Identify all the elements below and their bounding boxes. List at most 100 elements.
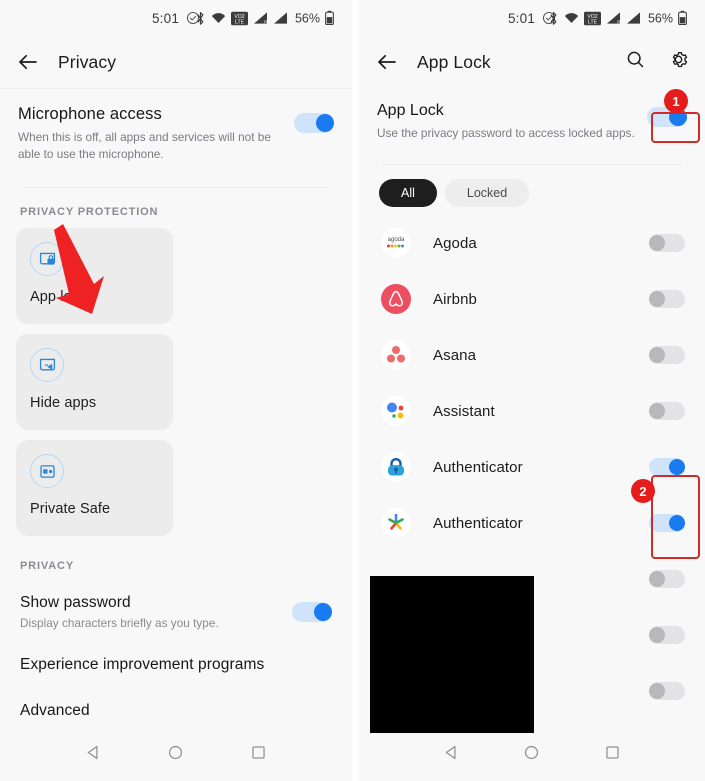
page-title: App Lock [417,51,491,72]
bluetooth-icon [195,11,206,25]
row-show-password-text: Show password Display characters briefly… [20,594,292,630]
row-title: Experience improvement programs [20,656,265,674]
back-triangle-icon[interactable] [443,744,460,766]
status-bar-left: 5:01 VO2 LTE R 56% [0,0,352,36]
microphone-access-toggle[interactable] [294,113,334,133]
signal-bars-icon-1: R [606,12,621,25]
signal-bars-icon-2 [273,12,288,25]
screenshot-root: 5:01 VO2 LTE R 56% Privacy Microphone ac… [0,0,705,781]
gear-icon[interactable] [668,49,689,75]
microphone-access-subtitle: When this is off, all apps and services … [18,130,271,162]
search-icon[interactable] [625,49,646,75]
tile-hide-apps[interactable]: Hide apps [16,334,173,431]
wifi-icon [564,12,579,25]
volte-icon: VO2 LTE [583,11,601,25]
redaction-block [370,576,534,733]
toggle-knob [669,108,687,126]
back-triangle-icon[interactable] [85,744,102,766]
privacy-protection-tiles: App lock Hide apps Private Safe [0,228,352,537]
status-bar-right: VO2 LTE R 56% [548,10,687,26]
page-title: Privacy [58,51,117,72]
toggle-knob [649,683,665,700]
volte-icon: VO2 LTE [230,11,248,25]
app-toggle-authenticator-google[interactable] [649,514,685,533]
row-subtitle: Display characters briefly as you type. [20,616,219,631]
recents-square-icon[interactable] [604,744,621,766]
app-toggle-airbnb[interactable] [649,290,685,309]
app-row-assistant[interactable]: Assistant [359,383,705,439]
app-name: Authenticator [433,514,523,532]
phone-screen-app-lock: 5:01 VO2 LTE R 56% App Lock App Lock Use… [359,0,705,781]
toggle-knob [669,515,685,532]
row-experience-improvement-text: Experience improvement programs [20,656,332,674]
android-navbar-right [359,729,705,781]
battery-percent: 56% [647,11,673,25]
app-toggle-hidden-2[interactable] [649,626,685,645]
app-lock-master-toggle[interactable] [647,107,687,127]
phone-screen-privacy: 5:01 VO2 LTE R 56% Privacy Microphone ac… [0,0,352,781]
svg-text:LTE: LTE [235,19,245,25]
row-advanced[interactable]: Advanced [0,688,352,734]
tile-private-safe[interactable]: Private Safe [16,440,173,537]
svg-text:R: R [264,20,268,25]
toggle-knob [669,459,685,476]
app-row-asana[interactable]: Asana [359,327,705,383]
svg-text:LTE: LTE [588,19,598,25]
row-experience-improvement[interactable]: Experience improvement programs [0,642,352,688]
app-name: Assistant [433,402,495,420]
app-toggle-hidden-3[interactable] [649,682,685,701]
google-assistant-icon [381,396,411,427]
bluetooth-icon [548,11,559,25]
panel-divider [352,0,359,781]
google-authenticator-icon [381,508,411,539]
show-password-toggle[interactable] [292,602,332,623]
battery-icon [325,10,334,26]
agoda-icon: agoda [381,228,411,259]
microphone-access-text: Microphone access When this is off, all … [18,105,294,163]
row-title: Advanced [20,702,90,720]
chip-locked[interactable]: Locked [444,179,530,208]
toggle-knob [649,291,665,308]
app-row-agoda[interactable]: agoda Agoda [359,215,705,271]
app-toggle-authenticator-microsoft[interactable] [649,458,685,477]
status-bar-right: VO2 LTE R 56% [195,10,334,26]
microphone-access-row[interactable]: Microphone access When this is off, all … [0,89,352,177]
app-toggle-agoda[interactable] [649,234,685,253]
status-bar-center: 5:01 [152,11,200,26]
toggle-knob [649,403,665,420]
toggle-knob [649,347,665,364]
status-bar-right-panel: 5:01 VO2 LTE R 56% [359,0,705,36]
chip-all[interactable]: All [379,179,437,208]
app-toggle-hidden-1[interactable] [649,570,685,589]
app-toggle-asana[interactable] [649,346,685,365]
app-row-airbnb[interactable]: Airbnb [359,271,705,327]
app-row-authenticator-google[interactable]: Authenticator [359,495,705,551]
battery-icon [678,10,687,26]
tile-label: App lock [30,289,87,306]
app-name: Asana [433,346,477,364]
home-circle-icon[interactable] [167,744,184,766]
battery-percent: 56% [294,11,320,25]
row-show-password[interactable]: Show password Display characters briefly… [0,582,352,642]
tile-app-lock[interactable]: App lock [16,228,173,325]
privacy-titlebar: Privacy [0,36,352,88]
app-lock-titlebar: App Lock [359,36,705,88]
recents-square-icon[interactable] [250,744,267,766]
signal-bars-icon-2 [626,12,641,25]
toggle-knob [649,627,665,644]
microsoft-authenticator-icon [381,452,411,483]
row-advanced-text: Advanced [20,702,332,720]
back-arrow-icon[interactable] [16,50,40,74]
app-lock-master-row[interactable]: App Lock Use the privacy password to acc… [359,88,705,158]
android-navbar-left [0,729,352,781]
app-toggle-assistant[interactable] [649,402,685,421]
app-row-authenticator-microsoft[interactable]: Authenticator [359,439,705,495]
private-safe-icon [30,454,64,489]
back-arrow-icon[interactable] [375,50,399,74]
home-circle-icon[interactable] [523,744,540,766]
wifi-icon [211,12,226,25]
app-lock-master-title: App Lock [377,102,444,119]
app-name: Agoda [433,234,477,252]
toggle-knob [649,235,665,252]
privacy-protection-label: PRIVACY PROTECTION [20,206,159,219]
